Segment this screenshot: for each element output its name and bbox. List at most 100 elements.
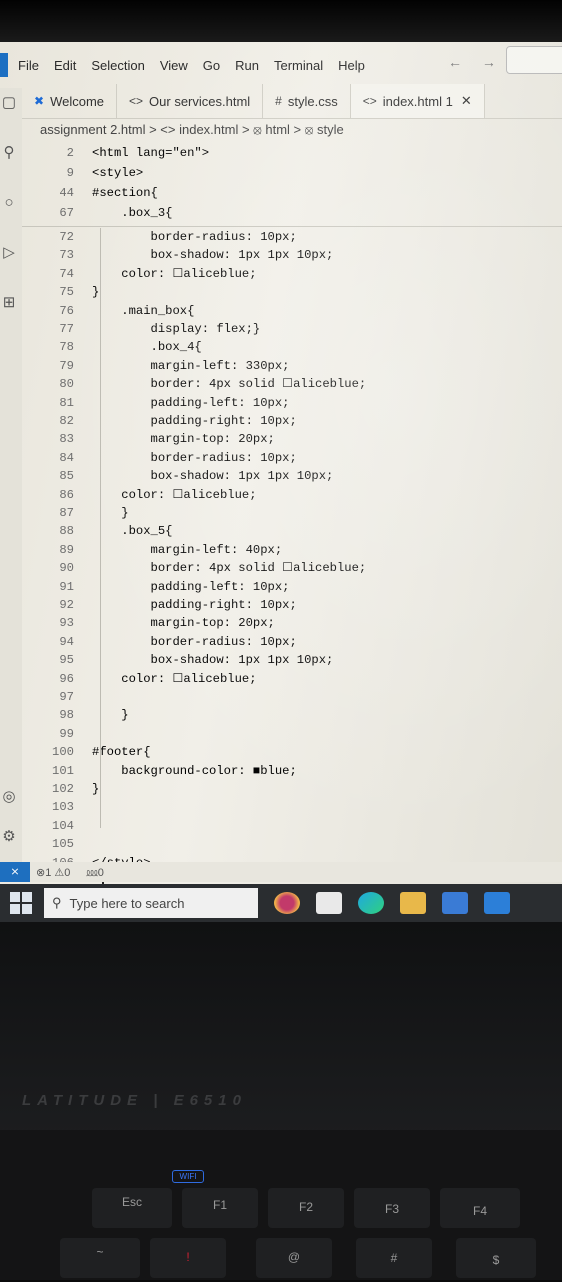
code-icon: <> xyxy=(129,94,144,108)
taskbar-search[interactable]: ⚲ Type here to search xyxy=(44,888,258,918)
navigation-arrows[interactable]: ← → xyxy=(448,54,504,70)
tab-label: Our services.html xyxy=(149,93,251,109)
windows-start-icon[interactable] xyxy=(10,892,32,914)
key-3[interactable]: # xyxy=(356,1238,432,1278)
mail-icon[interactable] xyxy=(484,892,510,914)
code-icon: <> xyxy=(362,94,377,108)
store-icon[interactable] xyxy=(442,892,468,914)
key-1[interactable]: ! xyxy=(150,1238,226,1278)
key-4[interactable]: $ xyxy=(456,1238,536,1278)
explorer-icon[interactable]: ▢ xyxy=(0,94,18,112)
cortana-icon[interactable] xyxy=(274,892,300,914)
tab-our-services[interactable]: <> Our services.html xyxy=(117,84,264,118)
screen: File Edit Selection View Go Run Terminal… xyxy=(0,42,562,922)
line-number: 103 xyxy=(52,800,74,815)
line-number: 91 xyxy=(59,579,74,594)
line-number: 67 xyxy=(59,206,74,220)
activity-bar: ▢ ⚲ ○ ▷ ⊞ ◎ ⚙ xyxy=(0,88,22,864)
line-text: border: 4px solid ☐aliceblue; xyxy=(92,561,367,576)
file-explorer-icon[interactable] xyxy=(400,892,426,914)
line-number: 73 xyxy=(59,248,74,263)
key-esc[interactable]: Esc xyxy=(92,1188,172,1228)
line-number: 76 xyxy=(59,303,74,318)
line-text: } xyxy=(92,782,100,796)
line-text: padding-left: 10px; xyxy=(92,395,290,410)
line-number: 75 xyxy=(59,285,74,300)
line-text: } xyxy=(92,708,129,723)
line-number: 2 xyxy=(66,146,74,160)
line-text: } xyxy=(92,506,129,520)
search-icon[interactable]: ⚲ xyxy=(0,144,18,162)
line-text: .box_4{ xyxy=(92,340,202,355)
line-number: 9 xyxy=(66,166,74,180)
breadcrumb[interactable]: assignment 2.html > <> index.html > ⦻ ht… xyxy=(40,122,344,138)
line-number: 44 xyxy=(59,186,74,200)
vscode-icon: ✖ xyxy=(34,94,45,108)
line-text: box-shadow: 1px 1px 10px; xyxy=(92,248,334,263)
menu-view[interactable]: View xyxy=(160,58,188,73)
line-number: 100 xyxy=(52,745,74,760)
line-number: 83 xyxy=(59,432,74,447)
line-text: color: ☐aliceblue; xyxy=(92,266,257,281)
remote-icon[interactable]: ⨯ xyxy=(0,862,30,882)
line-number: 77 xyxy=(59,322,74,336)
line-text: color: ☐aliceblue; xyxy=(92,671,257,686)
edge-icon[interactable] xyxy=(358,892,384,914)
line-number: 93 xyxy=(59,616,74,631)
line-number: 85 xyxy=(59,469,74,484)
wifi-badge: WIFI xyxy=(172,1170,204,1183)
line-number: 88 xyxy=(59,524,74,539)
line-number: 97 xyxy=(59,690,74,704)
tab-index-html[interactable]: <> index.html 1 ✕ xyxy=(350,84,485,118)
key-f3[interactable]: F3 xyxy=(354,1188,430,1228)
run-debug-icon[interactable]: ▷ xyxy=(0,244,18,262)
extensions-icon[interactable]: ⊞ xyxy=(0,294,18,312)
line-text: background-color: ■blue; xyxy=(92,763,297,778)
sticky-scroll-separator xyxy=(22,226,562,227)
indent-guide xyxy=(100,228,101,828)
close-icon[interactable]: ✕ xyxy=(461,93,472,109)
line-number: 95 xyxy=(59,653,74,668)
line-number: 72 xyxy=(59,230,74,244)
key-f2[interactable]: F2 xyxy=(268,1188,344,1228)
tab-welcome[interactable]: ✖ Welcome xyxy=(22,84,118,118)
key-2[interactable]: @ xyxy=(256,1238,332,1278)
menu-run[interactable]: Run xyxy=(235,58,259,73)
tab-style-css[interactable]: # style.css xyxy=(263,84,351,118)
menu-terminal[interactable]: Terminal xyxy=(274,58,323,73)
top-bezel xyxy=(0,0,562,42)
line-text: border-radius: 10px; xyxy=(92,230,297,244)
gear-icon[interactable]: ⚙ xyxy=(0,828,18,846)
line-text: #section{ xyxy=(92,186,158,200)
line-text: <style> xyxy=(92,166,144,180)
line-text: } xyxy=(92,285,100,300)
line-text: box-shadow: 1px 1px 10px; xyxy=(92,653,334,668)
line-number: 92 xyxy=(59,598,74,612)
line-number: 79 xyxy=(59,358,74,373)
line-text: margin-top: 20px; xyxy=(92,432,275,447)
line-number: 80 xyxy=(59,377,74,392)
menu-file[interactable]: File xyxy=(18,58,39,73)
line-text: margin-top: 20px; xyxy=(92,616,275,631)
line-text: .box_5{ xyxy=(92,524,173,539)
key-tilde[interactable]: ~ xyxy=(60,1238,140,1278)
line-text: padding-left: 10px; xyxy=(92,579,290,594)
key-f1[interactable]: F1 xyxy=(182,1188,258,1228)
source-control-icon[interactable]: ○ xyxy=(0,194,18,212)
menu-edit[interactable]: Edit xyxy=(54,58,76,73)
hash-icon: # xyxy=(275,94,282,108)
task-view-icon[interactable] xyxy=(316,892,342,914)
problems-indicator[interactable]: ⊗1 ⚠0 xyxy=(36,866,70,879)
line-number: 102 xyxy=(52,782,74,796)
line-number: 94 xyxy=(59,634,74,649)
command-center[interactable] xyxy=(506,46,562,74)
line-number: 84 xyxy=(59,450,74,465)
menu-selection[interactable]: Selection xyxy=(91,58,144,73)
line-number: 78 xyxy=(59,340,74,355)
key-f4[interactable]: F4 xyxy=(440,1188,520,1228)
menu-help[interactable]: Help xyxy=(338,58,365,73)
line-text: .main_box{ xyxy=(92,303,195,318)
menu-go[interactable]: Go xyxy=(203,58,220,73)
ports-indicator[interactable]: ⅏0 xyxy=(86,865,103,880)
account-icon[interactable]: ◎ xyxy=(0,788,18,806)
